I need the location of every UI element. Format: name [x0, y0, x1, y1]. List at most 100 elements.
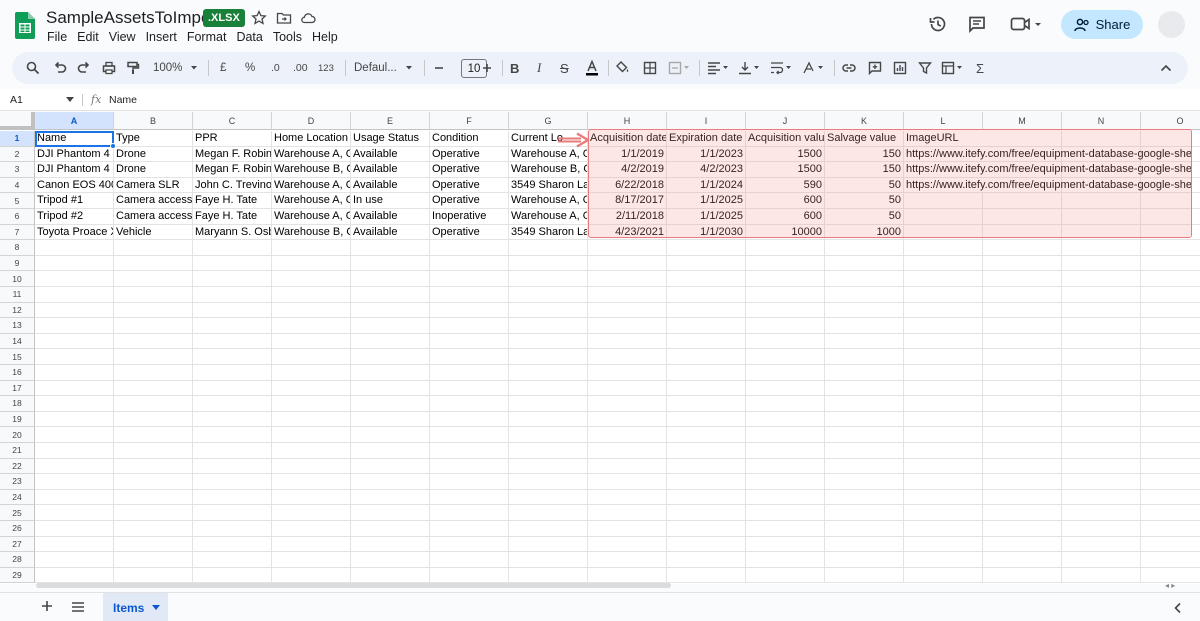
row-header-16[interactable]: 16	[0, 365, 35, 381]
cell-i16[interactable]	[667, 365, 746, 381]
cell-j21[interactable]	[746, 443, 825, 459]
print-icon[interactable]	[102, 60, 116, 76]
menu-format[interactable]: Format	[187, 30, 233, 44]
cell-a27[interactable]	[35, 536, 114, 553]
cell-o28[interactable]	[1141, 552, 1200, 568]
cell-c6[interactable]: Faye H. Tate	[193, 209, 272, 225]
cell-m24[interactable]	[983, 489, 1062, 506]
cell-l5[interactable]	[904, 193, 983, 209]
cell-i12[interactable]	[667, 302, 746, 319]
cell-g19[interactable]	[509, 411, 588, 428]
cell-c9[interactable]	[193, 255, 272, 272]
cell-g6[interactable]: Warehouse A, O	[509, 209, 588, 225]
cell-e24[interactable]	[351, 489, 430, 506]
row-header-6[interactable]: 6	[0, 209, 35, 225]
cell-m18[interactable]	[983, 396, 1062, 412]
decrease-font-size-button[interactable]	[433, 60, 445, 76]
cell-n20[interactable]	[1062, 427, 1141, 443]
insert-chart-icon[interactable]	[893, 60, 907, 76]
cell-l26[interactable]	[904, 521, 983, 537]
select-all-corner[interactable]	[0, 112, 35, 130]
cell-j18[interactable]	[746, 396, 825, 412]
cell-a24[interactable]	[35, 489, 114, 506]
cell-i9[interactable]	[667, 255, 746, 272]
cell-j29[interactable]	[746, 567, 825, 584]
cell-k25[interactable]	[825, 505, 904, 521]
cell-k4[interactable]: 50	[825, 177, 904, 194]
cell-l7[interactable]	[904, 224, 983, 241]
row-header-1[interactable]: 1	[0, 131, 35, 147]
row-header-5[interactable]: 5	[0, 193, 35, 209]
cell-d6[interactable]: Warehouse A, O	[272, 209, 351, 225]
meet-icon[interactable]	[1010, 14, 1044, 34]
cell-h22[interactable]	[588, 458, 667, 475]
menu-insert[interactable]: Insert	[146, 30, 183, 44]
font-family-select[interactable]: Defaul...	[354, 60, 417, 76]
column-header-h[interactable]: H	[588, 112, 667, 130]
cell-h12[interactable]	[588, 302, 667, 319]
cell-d21[interactable]	[272, 443, 351, 459]
cell-b26[interactable]	[114, 521, 193, 537]
cell-f6[interactable]: Inoperative	[430, 209, 509, 225]
cell-m11[interactable]	[983, 287, 1062, 303]
cell-e13[interactable]	[351, 318, 430, 334]
cell-j4[interactable]: 590	[746, 177, 825, 194]
horizontal-scrollbar[interactable]	[36, 583, 671, 588]
cell-d23[interactable]	[272, 474, 351, 490]
cell-a4[interactable]: Canon EOS 400	[35, 177, 114, 194]
row-header-29[interactable]: 29	[0, 567, 35, 584]
cell-f20[interactable]	[430, 427, 509, 443]
cell-i23[interactable]	[667, 474, 746, 490]
cell-h28[interactable]	[588, 552, 667, 568]
cell-f24[interactable]	[430, 489, 509, 506]
cell-g12[interactable]	[509, 302, 588, 319]
cell-e21[interactable]	[351, 443, 430, 459]
collapse-toolbar-icon[interactable]	[1159, 60, 1173, 76]
menu-view[interactable]: View	[109, 30, 142, 44]
cell-f27[interactable]	[430, 536, 509, 553]
cell-b6[interactable]: Camera accesso	[114, 209, 193, 225]
cell-b27[interactable]	[114, 536, 193, 553]
column-header-f[interactable]: F	[430, 112, 509, 130]
cell-a14[interactable]	[35, 333, 114, 350]
text-color-icon[interactable]	[585, 60, 599, 76]
cell-c12[interactable]	[193, 302, 272, 319]
cell-k14[interactable]	[825, 333, 904, 350]
cell-j9[interactable]	[746, 255, 825, 272]
cell-l18[interactable]	[904, 396, 983, 412]
cell-j24[interactable]	[746, 489, 825, 506]
italic-icon[interactable]: I	[537, 60, 541, 76]
cell-l6[interactable]	[904, 209, 983, 225]
cell-b2[interactable]: Drone	[114, 146, 193, 163]
cell-l11[interactable]	[904, 287, 983, 303]
row-header-18[interactable]: 18	[0, 396, 35, 412]
cell-c20[interactable]	[193, 427, 272, 443]
cell-a29[interactable]	[35, 567, 114, 584]
increase-font-size-button[interactable]	[481, 60, 493, 76]
cell-f7[interactable]: Operative	[430, 224, 509, 241]
cell-g20[interactable]	[509, 427, 588, 443]
cell-a3[interactable]: DJI Phantom 4 #	[35, 162, 114, 178]
cell-h2[interactable]: 1/1/2019	[588, 146, 667, 163]
row-header-13[interactable]: 13	[0, 318, 35, 334]
cell-b17[interactable]	[114, 380, 193, 397]
cell-j20[interactable]	[746, 427, 825, 443]
cell-c13[interactable]	[193, 318, 272, 334]
cell-k9[interactable]	[825, 255, 904, 272]
cell-i19[interactable]	[667, 411, 746, 428]
cell-j15[interactable]	[746, 349, 825, 365]
cell-e1[interactable]: Usage Status	[351, 131, 430, 147]
cell-j14[interactable]	[746, 333, 825, 350]
menu-data[interactable]: Data	[236, 30, 268, 44]
cell-d26[interactable]	[272, 521, 351, 537]
cell-k19[interactable]	[825, 411, 904, 428]
cell-d11[interactable]	[272, 287, 351, 303]
cell-e5[interactable]: In use	[351, 193, 430, 209]
cell-c15[interactable]	[193, 349, 272, 365]
cell-m9[interactable]	[983, 255, 1062, 272]
cell-g23[interactable]	[509, 474, 588, 490]
cell-c4[interactable]: John C. Trevino	[193, 177, 272, 194]
row-header-22[interactable]: 22	[0, 458, 35, 475]
cell-n26[interactable]	[1062, 521, 1141, 537]
cell-g14[interactable]	[509, 333, 588, 350]
